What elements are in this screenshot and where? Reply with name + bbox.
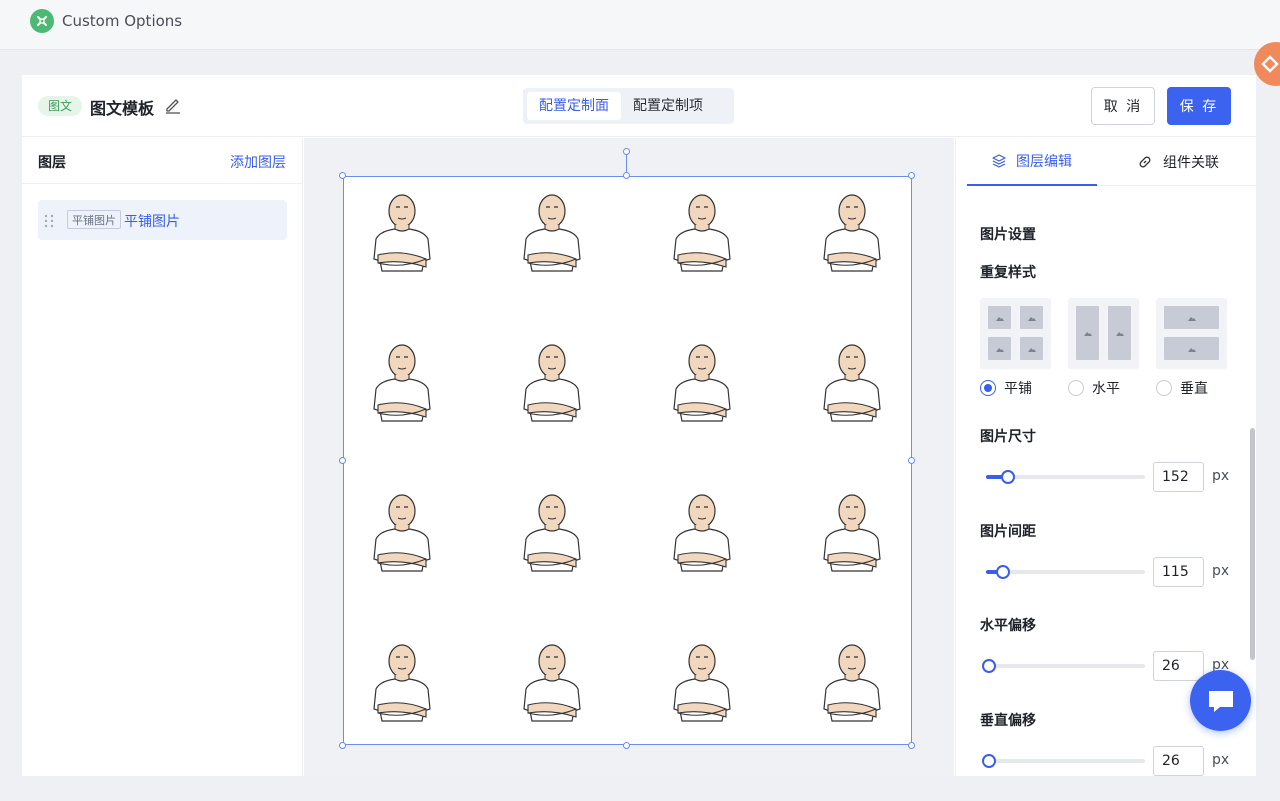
editor-header: 图文 图文模板 配置定制面 配置定制项 取 消 保 存 (22, 75, 1256, 137)
tiled-man-image (373, 494, 431, 572)
repeat-vertical-preview[interactable] (1156, 298, 1227, 369)
image-spacing-title: 图片间距 (980, 524, 1036, 540)
image-spacing-unit: px (1212, 563, 1230, 579)
radio-vertical-control[interactable] (1156, 380, 1172, 396)
resize-handle-b[interactable] (623, 742, 630, 749)
tab-config-face[interactable]: 配置定制面 (527, 92, 621, 120)
layers-header: 图层 添加图层 (22, 138, 302, 184)
radio-vertical[interactable]: 垂直 (1156, 378, 1208, 398)
tiled-man-image (523, 644, 581, 722)
mode-switch: 配置定制面 配置定制项 (523, 88, 734, 124)
template-type-badge: 图文 (38, 96, 83, 116)
resize-handle-bl[interactable] (339, 742, 346, 749)
app-logo-icon (30, 9, 54, 33)
resize-handle-l[interactable] (339, 457, 346, 464)
slider-thumb[interactable] (996, 565, 1010, 579)
tab-layer-edit[interactable]: 图层编辑 (967, 138, 1097, 186)
panel-scrollbar[interactable] (1250, 428, 1255, 660)
link-icon (1139, 156, 1151, 168)
offset-x-title: 水平偏移 (980, 618, 1036, 634)
resize-handle-tl[interactable] (339, 172, 346, 179)
layer-type-badge: 平铺图片 (67, 210, 121, 229)
offset-x-input[interactable] (1153, 651, 1204, 681)
image-spacing-input[interactable] (1153, 557, 1204, 587)
tiled-man-image (523, 344, 581, 422)
image-icon (1020, 337, 1043, 360)
tiled-man-image (373, 644, 431, 722)
radio-horizontal[interactable]: 水平 (1068, 378, 1120, 398)
repeat-horizontal-preview[interactable] (1068, 298, 1139, 369)
radio-tile[interactable]: 平铺 (980, 378, 1032, 398)
add-layer-button[interactable]: 添加图层 (230, 152, 286, 172)
image-size-unit: px (1212, 468, 1230, 484)
app-title: Custom Options (62, 12, 183, 30)
canvas-area (304, 138, 954, 776)
image-icon (988, 337, 1011, 360)
radio-vertical-label: 垂直 (1180, 381, 1208, 397)
image-size-input[interactable] (1153, 462, 1204, 492)
resize-handle-r[interactable] (908, 457, 915, 464)
image-icon (1020, 306, 1043, 329)
chat-button[interactable] (1190, 670, 1251, 731)
image-icon (1164, 306, 1219, 329)
image-settings-title: 图片设置 (980, 227, 1036, 243)
offset-x-slider[interactable] (982, 659, 1145, 673)
repeat-tile-preview[interactable] (980, 298, 1051, 369)
image-icon (1076, 306, 1099, 360)
tiled-man-image (823, 344, 881, 422)
app-topbar: Custom Options (0, 0, 1280, 50)
radio-tile-label: 平铺 (1004, 381, 1032, 397)
tiled-man-image (523, 194, 581, 272)
radio-horizontal-label: 水平 (1092, 381, 1120, 397)
rotate-handle[interactable] (623, 148, 630, 155)
offset-y-input[interactable] (1153, 746, 1204, 776)
tab-component-link-label: 组件关联 (1163, 155, 1219, 171)
tiled-man-image (673, 644, 731, 722)
layer-name: 平铺图片 (124, 214, 180, 230)
cancel-button[interactable]: 取 消 (1091, 87, 1155, 125)
template-title: 图文模板 (90, 99, 155, 118)
tiled-man-image (673, 494, 731, 572)
edit-title-icon[interactable] (164, 96, 182, 114)
layer-item-tiled-image[interactable]: 平铺图片 平铺图片 (38, 200, 287, 240)
tab-config-items[interactable]: 配置定制项 (621, 92, 715, 120)
tab-layer-edit-label: 图层编辑 (1016, 154, 1072, 170)
image-icon (1164, 337, 1219, 360)
editor-card: 图文 图文模板 配置定制面 配置定制项 取 消 保 存 图层 添加图层 平铺图片… (22, 75, 1257, 776)
drag-handle-icon[interactable] (44, 213, 54, 228)
tiled-man-image (673, 194, 731, 272)
radio-horizontal-control[interactable] (1068, 380, 1084, 396)
image-spacing-slider[interactable] (986, 565, 1145, 579)
tiled-man-image (673, 344, 731, 422)
tiled-man-image (823, 644, 881, 722)
tiled-man-image (523, 494, 581, 572)
tiled-man-image (373, 194, 431, 272)
resize-handle-br[interactable] (908, 742, 915, 749)
resize-handle-tr[interactable] (908, 172, 915, 179)
resize-handle-t[interactable] (623, 172, 630, 179)
save-button[interactable]: 保 存 (1167, 87, 1231, 125)
offset-y-slider[interactable] (982, 754, 1145, 768)
chat-icon (1208, 690, 1233, 712)
slider-thumb[interactable] (982, 754, 996, 768)
slider-thumb[interactable] (982, 659, 996, 673)
radio-tile-control[interactable] (980, 380, 996, 396)
tiled-man-image (373, 344, 431, 422)
slider-thumb[interactable] (1001, 470, 1015, 484)
image-icon (1108, 306, 1131, 360)
image-size-title: 图片尺寸 (980, 429, 1036, 445)
image-size-slider[interactable] (986, 470, 1145, 484)
panel-tabs: 图层编辑 组件关联 (967, 138, 1257, 186)
tiled-man-image (823, 194, 881, 272)
layers-icon (992, 154, 1006, 168)
tiled-man-image (823, 494, 881, 572)
layers-title: 图层 (38, 155, 66, 171)
image-icon (988, 306, 1011, 329)
layers-panel: 图层 添加图层 平铺图片 平铺图片 (22, 138, 303, 776)
offset-y-title: 垂直偏移 (980, 713, 1036, 729)
design-canvas[interactable] (343, 176, 912, 745)
offset-y-unit: px (1212, 752, 1230, 768)
repeat-style-title: 重复样式 (980, 265, 1036, 281)
tab-component-link[interactable]: 组件关联 (1137, 138, 1219, 186)
